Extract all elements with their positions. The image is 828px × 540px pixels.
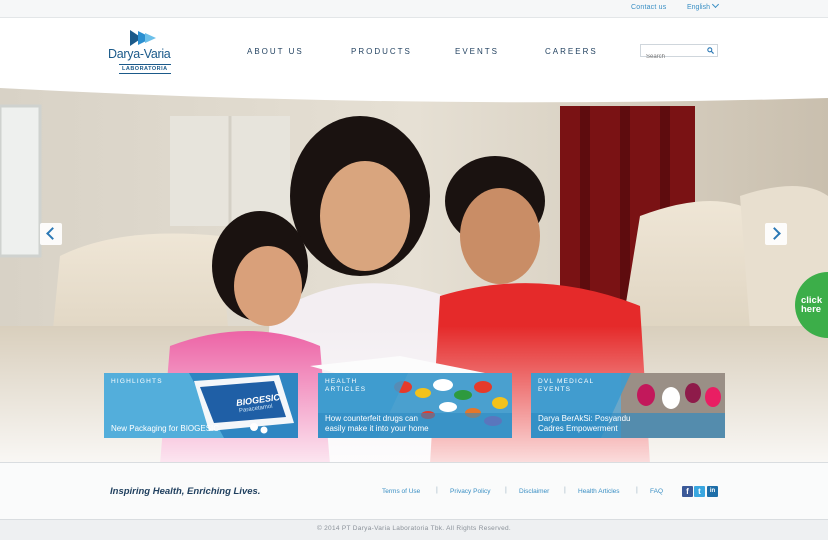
- tile-category: DVL MEDICAL EVENTS: [538, 378, 595, 393]
- tile-caption: Darya BerAkSi: Posyandu Cadres Empowerme…: [538, 414, 631, 433]
- slider-prev-button[interactable]: [40, 223, 62, 245]
- nav-events[interactable]: EVENTS: [455, 47, 499, 56]
- tile-caption: How counterfeit drugs can easily make it…: [325, 414, 429, 433]
- language-label: English: [687, 4, 710, 11]
- search-icon[interactable]: [707, 47, 714, 54]
- tile-caption: New Packaging for BIOGESIC: [111, 424, 220, 433]
- chevron-right-icon: [768, 227, 781, 240]
- slider-next-button[interactable]: [765, 223, 787, 245]
- tile-category: HEALTH ARTICLES: [325, 378, 367, 393]
- linkedin-icon[interactable]: in: [707, 486, 718, 497]
- footer-separator: |: [636, 487, 638, 494]
- footer-tagline: Inspiring Health, Enriching Lives.: [110, 486, 261, 497]
- chevron-down-icon: [711, 0, 720, 9]
- footer-separator: |: [436, 487, 438, 494]
- nav-products[interactable]: PRODUCTS: [351, 47, 412, 56]
- top-utility-bar: Contact us English: [0, 0, 828, 18]
- logo-subtitle: LABORATORIA: [119, 64, 171, 74]
- language-selector[interactable]: English: [687, 0, 720, 11]
- footer-link-privacy-policy[interactable]: Privacy Policy: [450, 488, 490, 495]
- hero-slider: click here BIOGESIC Paracetamol HIGHLIGH…: [0, 86, 828, 464]
- darya-varia-logo[interactable]: Darya-Varia LABORATORIA: [108, 30, 180, 74]
- footer-separator: |: [564, 487, 566, 494]
- search-input[interactable]: [641, 51, 703, 63]
- tile-health-articles[interactable]: HEALTH ARTICLES How counterfeit drugs ca…: [318, 373, 512, 438]
- tile-dvl-medical-events[interactable]: DVL MEDICAL EVENTS Darya BerAkSi: Posyan…: [531, 373, 725, 438]
- header-curve-divider: [0, 86, 828, 103]
- facebook-icon[interactable]: f: [682, 486, 693, 497]
- search-box: [640, 44, 718, 63]
- footer-separator: |: [505, 487, 507, 494]
- tile-category: HIGHLIGHTS: [111, 378, 163, 385]
- footer-link-health-articles[interactable]: Health Articles: [578, 488, 620, 495]
- footer-link-disclaimer[interactable]: Disclaimer: [519, 488, 549, 495]
- logo-name: Darya-Varia: [108, 47, 171, 61]
- twitter-icon[interactable]: t: [694, 486, 705, 497]
- copyright-text: © 2014 PT Darya-Varia Laboratoria Tbk. A…: [316, 525, 512, 532]
- nav-about-us[interactable]: ABOUT US: [247, 47, 304, 56]
- chevron-left-icon: [46, 227, 59, 240]
- logo-arrow-icon: [130, 30, 156, 46]
- click-here-line2: here: [801, 304, 822, 315]
- contact-us-link[interactable]: Contact us: [631, 4, 666, 11]
- site-footer: Inspiring Health, Enriching Lives. Terms…: [0, 462, 828, 520]
- tile-highlights[interactable]: BIOGESIC Paracetamol HIGHLIGHTS New Pack…: [104, 373, 298, 438]
- nav-careers[interactable]: CAREERS: [545, 47, 598, 56]
- footer-link-terms-of-use[interactable]: Terms of Use: [382, 488, 420, 495]
- footer-link-faq[interactable]: FAQ: [650, 488, 663, 495]
